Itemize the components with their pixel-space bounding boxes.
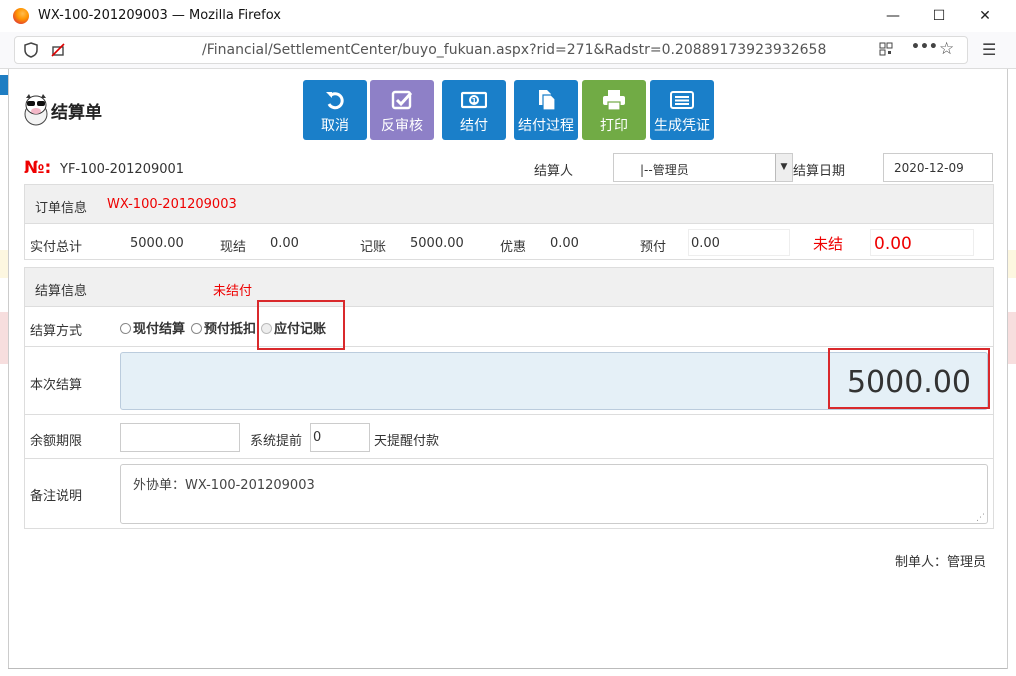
page-title: 结算单 xyxy=(51,103,102,123)
discount-value: 0.00 xyxy=(550,236,579,251)
cancel-button[interactable]: 取消 xyxy=(303,80,367,140)
divider xyxy=(25,458,993,459)
resize-handle-icon[interactable]: ⋰ xyxy=(976,513,985,523)
window-bottom-border xyxy=(8,668,1007,669)
account-value: 5000.00 xyxy=(410,236,464,251)
shield-icon[interactable] xyxy=(24,42,38,62)
method-option-cash[interactable]: 现付结算 xyxy=(120,318,185,337)
svg-text:1: 1 xyxy=(472,97,477,105)
window-title: WX-100-201209003 — Mozilla Firefox xyxy=(38,8,281,23)
remind-days-input[interactable]: 0 xyxy=(310,423,370,452)
amount-label: 本次结算 xyxy=(30,378,83,393)
number-prefix: №: xyxy=(24,158,52,178)
total-label: 实付总计 xyxy=(30,240,83,255)
window-titlebar: WX-100-201209003 — Mozilla Firefox — ☐ ✕ xyxy=(0,0,1016,32)
unsettled-label: 未结 xyxy=(813,235,844,253)
permissions-blocked-icon[interactable] xyxy=(50,42,66,62)
settle-date-label: 结算日期 xyxy=(793,164,846,179)
maximize-button[interactable]: ☐ xyxy=(916,0,962,32)
settle-date-input[interactable]: 2020-12-09 xyxy=(883,153,993,182)
radio-icon[interactable] xyxy=(191,323,202,334)
radio-icon[interactable] xyxy=(120,323,131,334)
unsettled-input[interactable]: 0.00 xyxy=(870,229,974,256)
cow-logo-icon xyxy=(24,94,48,126)
url-field[interactable]: /Financial/SettlementCenter/buyo_fukuan.… xyxy=(14,36,968,64)
balance-term-input[interactable] xyxy=(120,423,240,452)
cash-label: 现结 xyxy=(220,240,247,255)
highlight-box xyxy=(257,300,345,350)
remind-suffix: 天提醒付款 xyxy=(374,434,440,449)
order-info-label: 订单信息 xyxy=(35,201,88,216)
order-info-panel: 订单信息 WX-100-201209003 实付总计 5000.00 现结 0.… xyxy=(24,184,994,260)
method-option-prepay[interactable]: 预付抵扣 xyxy=(191,318,256,337)
browser-toolbar: /Financial/SettlementCenter/buyo_fukuan.… xyxy=(0,32,1016,69)
qr-code-icon[interactable] xyxy=(879,42,893,60)
background-page-strip xyxy=(0,75,8,95)
background-page-strip xyxy=(0,250,8,278)
discount-label: 优惠 xyxy=(500,240,527,255)
settlement-info-header xyxy=(25,268,993,307)
divider xyxy=(25,414,993,415)
printer-icon xyxy=(582,89,646,111)
method-label: 结算方式 xyxy=(30,324,83,339)
list-icon xyxy=(650,89,714,111)
background-page-strip xyxy=(0,312,8,364)
remark-textarea[interactable]: 外协单：WX-100-201209003 ⋰ xyxy=(120,464,988,524)
documents-icon xyxy=(514,89,578,111)
settler-selected-value: |--管理员 xyxy=(640,163,689,177)
cash-value: 0.00 xyxy=(270,236,299,251)
undo-icon xyxy=(303,89,367,111)
money-icon: 1 xyxy=(442,89,506,111)
highlight-box xyxy=(828,348,990,409)
divider xyxy=(25,346,993,347)
settler-label: 结算人 xyxy=(534,164,574,179)
order-number-link[interactable]: WX-100-201209003 xyxy=(107,197,237,212)
close-button[interactable]: ✕ xyxy=(962,0,1008,32)
checkbox-icon xyxy=(370,89,434,111)
settlement-info-label: 结算信息 xyxy=(35,284,88,299)
settlement-status: 未结付 xyxy=(213,284,253,299)
maker-label: 制单人：管理员 xyxy=(895,555,987,570)
remind-label: 系统提前 xyxy=(250,434,303,449)
minimize-button[interactable]: — xyxy=(870,0,916,32)
unaudit-button[interactable]: 反审核 xyxy=(370,80,434,140)
generate-voucher-button[interactable]: 生成凭证 xyxy=(650,80,714,140)
prepay-label: 预付 xyxy=(640,240,667,255)
menu-icon[interactable]: ☰ xyxy=(982,40,996,59)
balance-term-label: 余额期限 xyxy=(30,434,83,449)
settler-select[interactable]: |--管理员 ▼ xyxy=(613,153,793,182)
settle-process-button[interactable]: 结付过程 xyxy=(514,80,578,140)
chevron-down-icon[interactable]: ▼ xyxy=(775,154,792,181)
more-actions-icon[interactable]: ••• xyxy=(911,39,938,55)
settle-button[interactable]: 1 结付 xyxy=(442,80,506,140)
remark-label: 备注说明 xyxy=(30,489,83,504)
settlement-dialog: 结算单 取消 反审核 1 结付 结付过程 打印 生成凭证 №: YF-100-2… xyxy=(8,69,1008,669)
url-text[interactable]: /Financial/SettlementCenter/buyo_fukuan.… xyxy=(202,42,826,58)
print-button[interactable]: 打印 xyxy=(582,80,646,140)
total-value: 5000.00 xyxy=(130,236,184,251)
firefox-icon xyxy=(13,8,29,24)
account-label: 记账 xyxy=(360,240,387,255)
settlement-number: YF-100-201209001 xyxy=(60,162,185,177)
bookmark-star-icon[interactable]: ☆ xyxy=(939,39,954,59)
prepay-input[interactable]: 0.00 xyxy=(688,229,790,256)
